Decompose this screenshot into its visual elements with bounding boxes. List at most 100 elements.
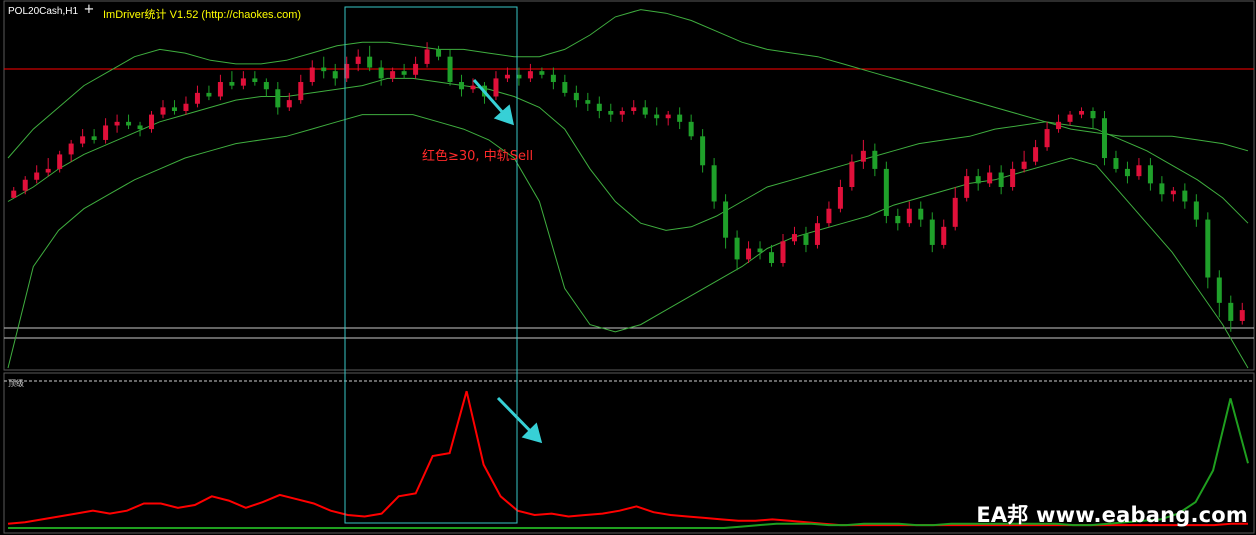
candle-body [493,78,499,97]
candle-body [1228,302,1234,321]
candle-body [22,179,28,191]
candle-body [275,89,281,108]
watermark-text: EA邦 www.eabang.com [976,503,1248,527]
candle-body [550,74,556,83]
candle-body [746,248,752,260]
candle-body [57,154,63,169]
candle-body [987,172,993,184]
candle-body [642,107,648,115]
candle-body [1113,158,1119,169]
bollinger-lower-line [7,114,1249,369]
candle-body [11,190,17,198]
candle-body [975,176,981,184]
candle-body [1021,161,1027,169]
indicator-pane-label: 顶级 [8,379,24,388]
candle-body [585,100,591,104]
candle-body [803,234,809,245]
candle-body [837,187,843,209]
candle-body [826,208,832,224]
highlight-box[interactable] [344,6,518,524]
add-icon[interactable]: + [83,3,95,17]
candle-body [711,165,717,202]
candle-body [906,208,912,224]
candle-body [1101,118,1107,159]
candle-body [1205,219,1211,278]
candle-body [436,49,442,57]
candle-body [80,136,86,144]
candle-body [390,71,396,79]
candle-body [757,248,763,253]
candle-body [860,150,866,162]
candle-body [1044,129,1050,148]
chart-area[interactable] [0,0,1256,535]
candle-body [929,219,935,245]
candle-body [814,223,820,245]
candle-body [562,82,568,93]
candle-body [263,82,269,90]
bollinger-upper-line [7,9,1249,159]
price-pane[interactable] [3,0,1255,371]
candle-body [527,71,533,79]
candle-body [665,114,671,119]
candle-body [470,85,476,90]
candle-body [447,56,453,83]
candle-body [252,78,258,83]
candle-body [849,161,855,187]
candle-body [1124,168,1130,177]
candle-body [619,110,625,115]
candle-body [872,150,878,169]
candle-body [114,121,120,126]
candle-body [1239,310,1245,321]
candle-body [1147,165,1153,184]
bollinger-middle-line [7,77,1249,231]
candle-body [332,71,338,79]
candle-body [367,56,373,68]
candle-body [631,107,637,111]
candle-body [149,114,155,130]
candle-body [91,136,97,140]
annotation-text: 红色≥30, 中轨Sell [422,149,534,164]
candle-body [1056,121,1062,130]
candle-body [194,92,200,104]
cyan-arrow-icon [496,396,543,444]
candle-body [539,71,545,75]
candle-body [677,114,683,122]
candle-body [217,82,223,97]
candle-body [1067,114,1073,122]
candle-body [206,92,212,97]
candle-body [769,252,775,264]
candle-body [1159,183,1165,195]
candle-body [952,197,958,227]
candle-body [240,78,246,86]
price-pane-border [3,0,1255,371]
symbol-label: POL20Cash,H1 [8,6,79,17]
candle-body [309,67,315,83]
candle-body [160,107,166,115]
candle-body [1090,110,1096,119]
candle-body [183,103,189,111]
candle-body [171,107,177,111]
candle-body [1170,190,1176,195]
candle-body [1216,277,1222,303]
candle-body [413,63,419,75]
candle-body [1136,165,1142,177]
candle-body [378,67,384,79]
candle-body [723,201,729,238]
candle-body [688,121,694,137]
candle-body [883,168,889,216]
candle-body [126,121,132,126]
candle-body [459,82,465,90]
candle-body [654,114,660,119]
candle-body [700,136,706,166]
cyan-arrow-icon [472,79,515,126]
candle-body [1193,201,1199,220]
candle-body [1079,110,1085,115]
indicator-title: ImDriver统计 V1.52 (http://chaokes.com) [103,9,302,21]
candle-body [596,103,602,111]
candle-body [45,168,51,173]
candle-body [1033,147,1039,162]
candle-body [286,100,292,108]
candle-body [998,172,1004,187]
candle-body [608,110,614,115]
candle-body [1182,190,1188,202]
